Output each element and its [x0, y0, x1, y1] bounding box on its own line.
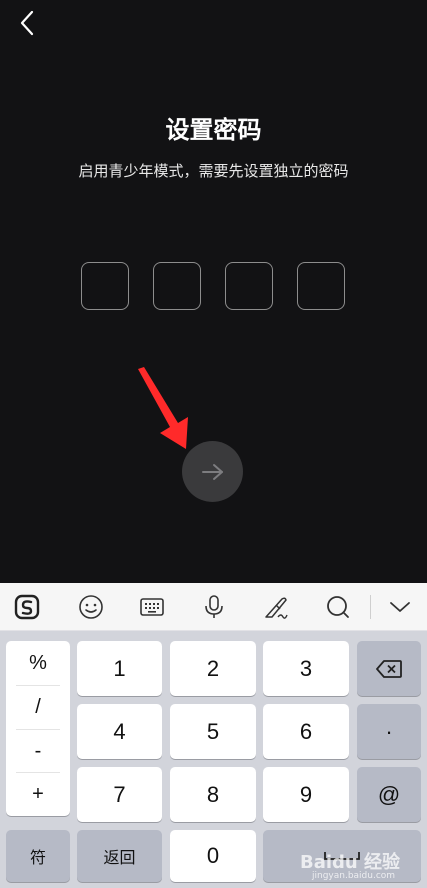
key-7[interactable]: 7 — [77, 767, 162, 822]
watermark-url: jingyan.baidu.com — [312, 871, 396, 881]
key-at[interactable]: @ — [357, 767, 421, 822]
key-2[interactable]: 2 — [170, 641, 256, 696]
next-button[interactable] — [182, 441, 243, 502]
backspace-icon — [376, 659, 402, 678]
key-0[interactable]: 0 — [170, 830, 256, 882]
key-percent[interactable]: % — [6, 641, 70, 685]
key-8[interactable]: 8 — [170, 767, 256, 822]
pin-digit-box-2[interactable] — [153, 262, 201, 310]
search-icon[interactable] — [324, 593, 352, 621]
key-1[interactable]: 1 — [77, 641, 162, 696]
microphone-icon[interactable] — [200, 593, 228, 621]
symbol-list: % / - + — [6, 641, 70, 816]
pin-digit-box-1[interactable] — [81, 262, 129, 310]
backspace-key[interactable] — [357, 641, 421, 696]
key-5[interactable]: 5 — [170, 704, 256, 759]
return-key[interactable]: 返回 — [77, 830, 162, 882]
key-plus[interactable]: + — [6, 772, 70, 816]
page-subtitle: 启用青少年模式，需要先设置独立的密码 — [78, 162, 349, 180]
numeric-keyboard: % / - + 1 2 3 4 5 6 · 7 8 9 @ 符 返回 0 Bai… — [0, 631, 427, 888]
key-3[interactable]: 3 — [263, 641, 349, 696]
keyboard-icon[interactable] — [138, 593, 166, 621]
emoji-icon[interactable] — [77, 593, 105, 621]
key-6[interactable]: 6 — [263, 704, 349, 759]
symbol-switch-key[interactable]: 符 — [6, 830, 70, 882]
toolbar-divider — [370, 595, 371, 619]
key-slash[interactable]: / — [6, 685, 70, 729]
chevron-down-icon[interactable] — [386, 593, 414, 621]
keyboard-toolbar — [0, 583, 427, 631]
pin-digit-box-4[interactable] — [297, 262, 345, 310]
password-setup-screen: 设置密码 启用青少年模式，需要先设置独立的密码 — [0, 0, 427, 583]
arrow-right-icon — [201, 463, 223, 480]
key-minus[interactable]: - — [6, 729, 70, 773]
sogou-logo-icon[interactable] — [13, 593, 41, 621]
annotation-arrow-icon — [138, 367, 188, 449]
page-title: 设置密码 — [165, 116, 262, 144]
key-dot[interactable]: · — [357, 704, 421, 759]
key-9[interactable]: 9 — [263, 767, 349, 822]
back-button[interactable] — [14, 8, 42, 38]
handwriting-icon[interactable] — [262, 593, 290, 621]
pin-digit-box-3[interactable] — [225, 262, 273, 310]
key-4[interactable]: 4 — [77, 704, 162, 759]
chevron-left-icon — [20, 10, 34, 36]
